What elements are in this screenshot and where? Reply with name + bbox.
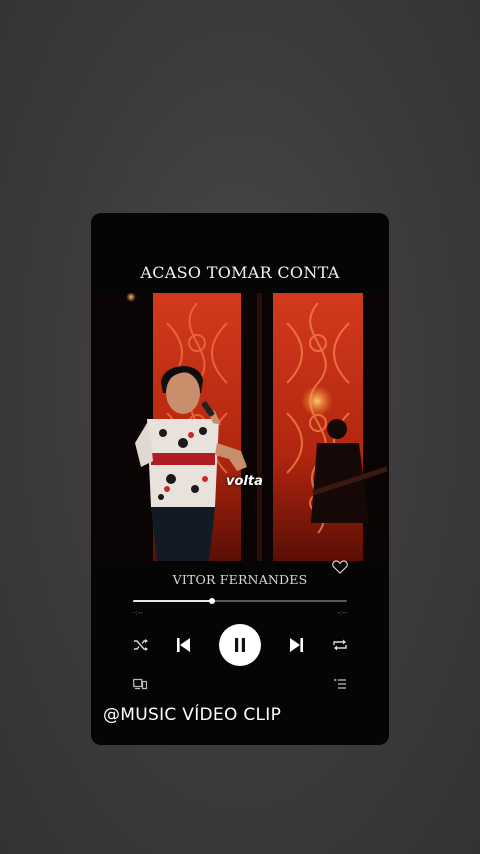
progress-fill <box>133 600 213 602</box>
pause-button[interactable] <box>219 624 261 666</box>
progress-knob[interactable] <box>209 598 216 604</box>
heart-icon[interactable] <box>332 560 348 574</box>
time-elapsed: -:-- <box>133 609 143 617</box>
shuffle-icon[interactable] <box>133 637 149 653</box>
previous-icon[interactable] <box>175 636 191 654</box>
lyric-subtitle: volta <box>226 474 263 489</box>
video-frame[interactable]: volta <box>91 293 389 561</box>
song-title: ACASO TOMAR CONTA <box>140 263 340 282</box>
artist-name: VITOR FERNANDES <box>172 572 308 587</box>
concert-scene <box>91 293 389 561</box>
time-total: -:-- <box>337 609 347 617</box>
devices-icon[interactable] <box>133 678 147 690</box>
queue-icon[interactable] <box>334 678 347 690</box>
pause-icon <box>235 638 245 652</box>
watermark-text: @MUSIC VÍDEO CLIP <box>103 705 282 725</box>
progress-bar[interactable] <box>133 598 347 604</box>
music-player-card: ACASO TOMAR CONTA volta VITOR FERNANDES … <box>91 213 389 745</box>
repeat-icon[interactable] <box>332 637 348 653</box>
next-icon[interactable] <box>289 636 305 654</box>
